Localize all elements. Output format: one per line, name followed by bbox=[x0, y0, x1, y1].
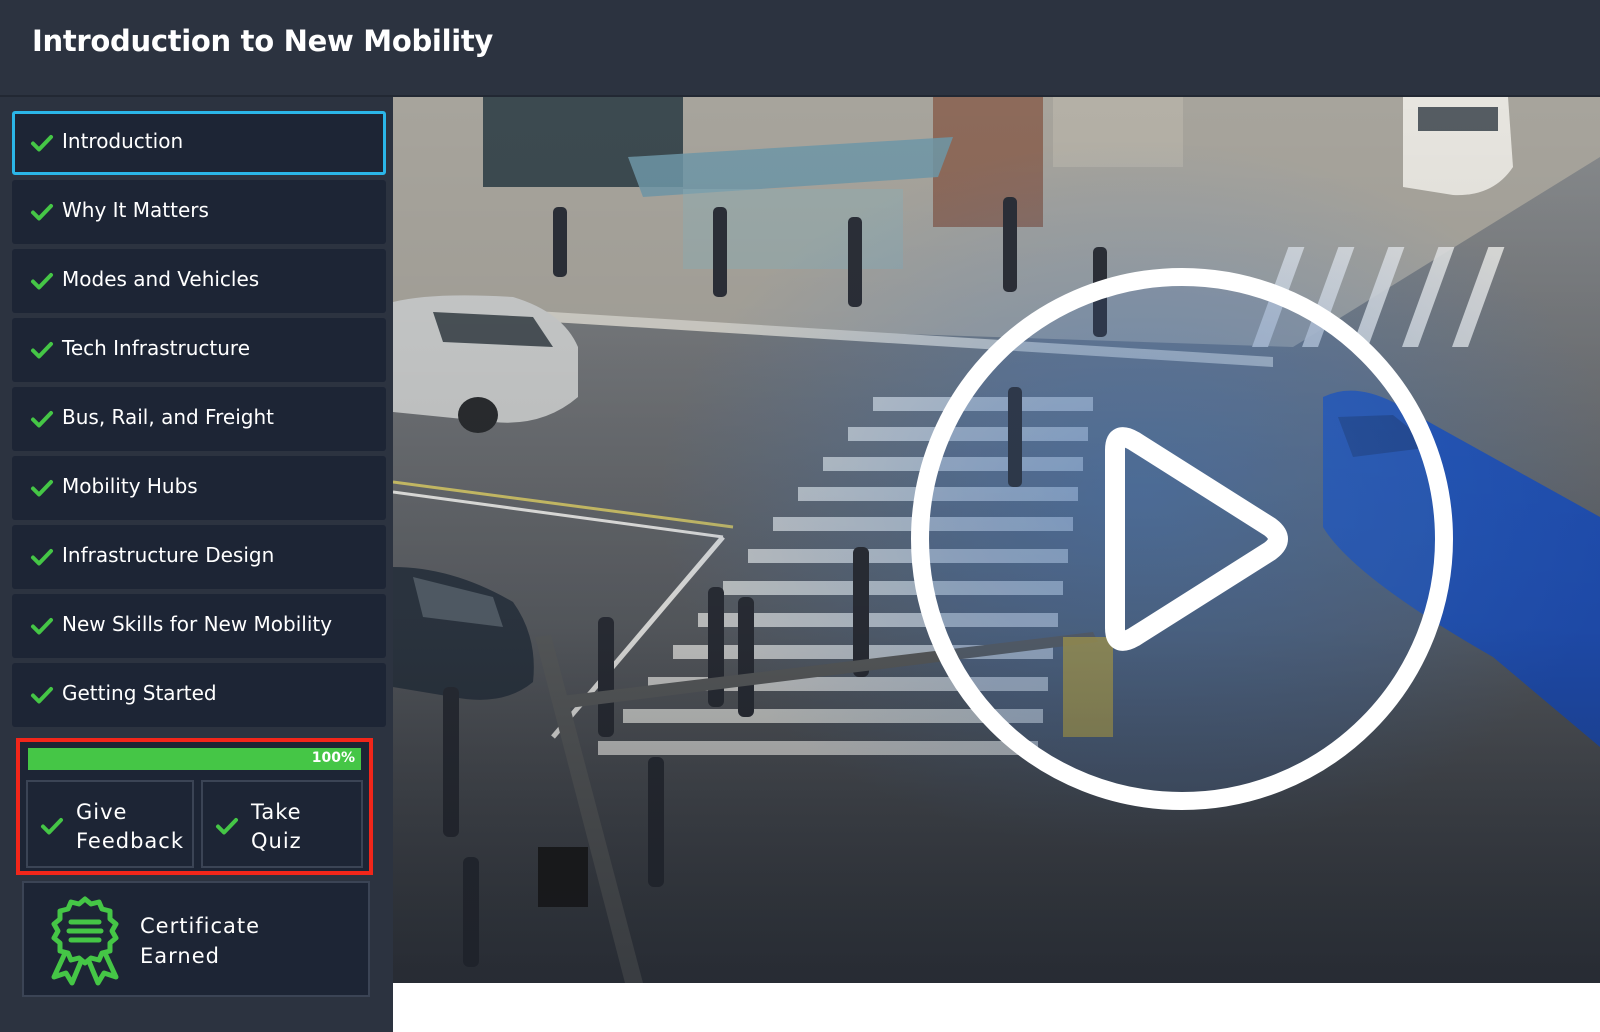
progress-percent: 100% bbox=[311, 750, 355, 766]
sidebar-item-label: Getting Started bbox=[62, 681, 217, 705]
progress-bar: 100% bbox=[28, 748, 361, 770]
sidebar-item-label: New Skills for New Mobility bbox=[62, 612, 333, 636]
content-area bbox=[393, 983, 1600, 1032]
check-icon bbox=[31, 135, 53, 152]
check-icon bbox=[31, 342, 53, 359]
check-icon bbox=[31, 549, 53, 566]
check-icon bbox=[41, 818, 63, 835]
sidebar-item-label: Bus, Rail, and Freight bbox=[62, 405, 274, 429]
sidebar: Introduction Why It Matters Modes and Vehi… bbox=[0, 97, 393, 1032]
sidebar-item-label: Modes and Vehicles bbox=[62, 267, 260, 291]
certificate-label: Certificate Earned bbox=[140, 914, 261, 968]
give-feedback-label: Give Feedback bbox=[76, 800, 185, 853]
take-quiz-button[interactable]: Take Quiz bbox=[201, 780, 363, 868]
check-icon bbox=[31, 411, 53, 428]
progress-panel: 100% Give Feedback Take Quiz bbox=[16, 738, 373, 875]
check-icon bbox=[31, 687, 53, 704]
check-icon bbox=[31, 480, 53, 497]
sidebar-item-infrastructure-design[interactable]: Infrastructure Design bbox=[12, 525, 386, 589]
check-icon bbox=[216, 818, 238, 835]
give-feedback-button[interactable]: Give Feedback bbox=[26, 780, 194, 868]
play-icon[interactable] bbox=[908, 265, 1456, 813]
sidebar-item-modes-and-vehicles[interactable]: Modes and Vehicles bbox=[12, 249, 386, 313]
sidebar-item-getting-started[interactable]: Getting Started bbox=[12, 663, 386, 727]
sidebar-item-label: Mobility Hubs bbox=[62, 474, 198, 498]
check-icon bbox=[31, 273, 53, 290]
sidebar-item-bus-rail-and-freight[interactable]: Bus, Rail, and Freight bbox=[12, 387, 386, 451]
lesson-nav: Introduction Why It Matters Modes and Vehi… bbox=[12, 111, 386, 732]
sidebar-item-mobility-hubs[interactable]: Mobility Hubs bbox=[12, 456, 386, 520]
take-quiz-label: Take Quiz bbox=[251, 800, 302, 853]
sidebar-item-tech-infrastructure[interactable]: Tech Infrastructure bbox=[12, 318, 386, 382]
video-player[interactable] bbox=[393, 97, 1600, 983]
page-title: Introduction to New Mobility bbox=[32, 24, 494, 58]
sidebar-item-label: Infrastructure Design bbox=[62, 543, 275, 567]
sidebar-item-new-skills-for-new-mobility[interactable]: New Skills for New Mobility bbox=[12, 594, 386, 658]
check-icon bbox=[31, 618, 53, 635]
app-header: Introduction to New Mobility bbox=[0, 0, 1600, 97]
sidebar-item-why-it-matters[interactable]: Why It Matters bbox=[12, 180, 386, 244]
sidebar-item-label: Tech Infrastructure bbox=[62, 336, 251, 360]
certificate-button[interactable]: Certificate Earned bbox=[22, 881, 370, 997]
sidebar-item-introduction[interactable]: Introduction bbox=[12, 111, 386, 175]
sidebar-item-label: Why It Matters bbox=[62, 198, 209, 222]
ribbon-badge-icon bbox=[51, 896, 119, 986]
sidebar-item-label: Introduction bbox=[62, 129, 184, 153]
check-icon bbox=[31, 204, 53, 221]
